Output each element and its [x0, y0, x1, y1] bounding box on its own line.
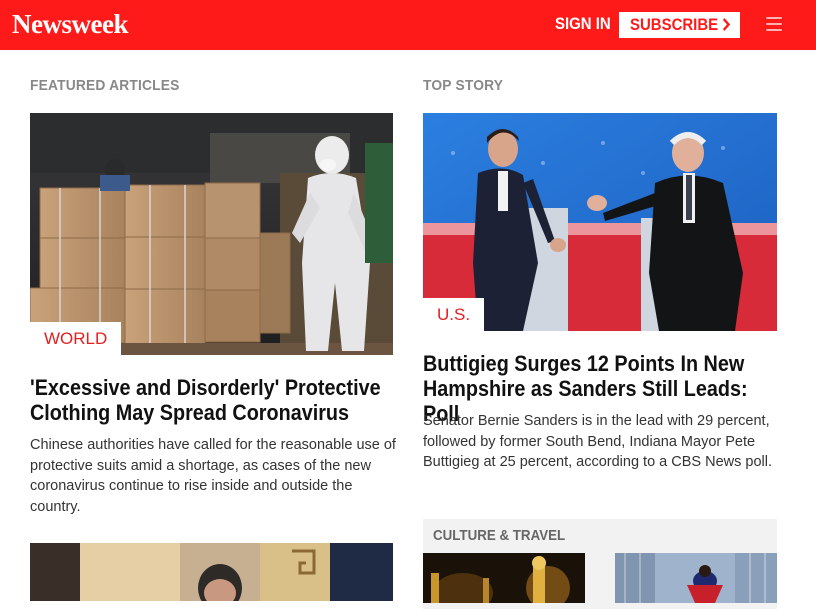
subscribe-label: SUBSCRIBE [630, 12, 731, 38]
site-header: Newsweek SIGN IN SUBSCRIBE [0, 0, 816, 50]
culture-article-image-2[interactable] [615, 553, 777, 603]
category-tag-us[interactable]: U.S. [423, 298, 485, 331]
featured-article-image[interactable] [30, 113, 393, 355]
subscribe-button[interactable]: SUBSCRIBE [619, 12, 740, 38]
culture-article-image-1[interactable] [423, 553, 585, 603]
warehouse-photo [30, 113, 393, 355]
top-story-heading: TOP STORY [423, 77, 504, 94]
newsweek-logo[interactable]: Newsweek [12, 9, 128, 40]
category-tag-world[interactable]: WORLD [30, 322, 122, 355]
sign-in-link[interactable]: SIGN IN [555, 14, 611, 34]
second-featured-image[interactable] [30, 543, 393, 601]
chevron-right-icon [722, 18, 731, 31]
featured-articles-heading: FEATURED ARTICLES [30, 77, 180, 94]
culture-travel-section: CULTURE & TRAVEL [423, 519, 777, 609]
top-story-summary: Senator Bernie Sanders is in the lead wi… [423, 413, 772, 470]
city-photo [615, 553, 777, 603]
featured-article-summary: Chinese authorities have called for the … [30, 437, 396, 515]
awards-photo [423, 553, 585, 603]
portrait-photo [30, 543, 393, 601]
featured-article-headline[interactable]: 'Excessive and Disorderly' Protective Cl… [30, 375, 390, 425]
culture-travel-heading: CULTURE & TRAVEL [433, 528, 566, 544]
menu-icon[interactable] [766, 17, 782, 31]
